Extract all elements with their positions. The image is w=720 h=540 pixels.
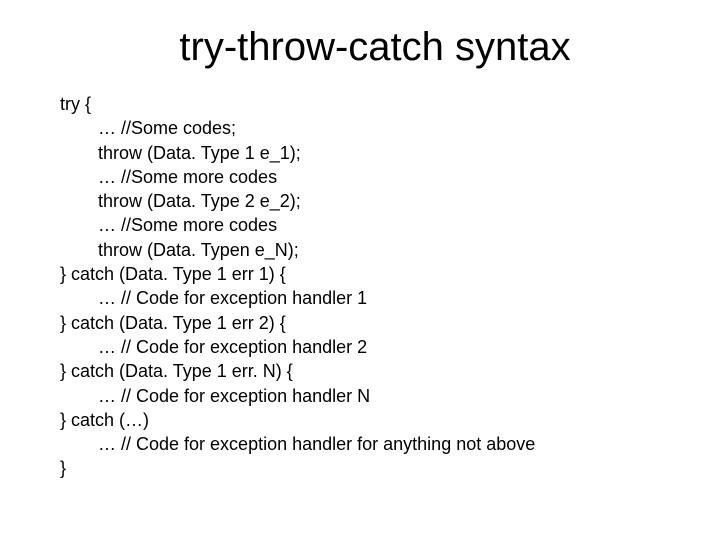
code-line: … //Some more codes — [60, 213, 660, 237]
code-line: … //Some more codes — [60, 165, 660, 189]
code-line: … // Code for exception handler 1 — [60, 286, 660, 310]
code-line: } catch (Data. Type 1 err 1) { — [60, 262, 660, 286]
code-line: throw (Data. Typen e_N); — [60, 238, 660, 262]
code-block: try { … //Some codes; throw (Data. Type … — [60, 92, 660, 481]
code-line: } catch (…) — [60, 408, 660, 432]
code-line: } catch (Data. Type 1 err. N) { — [60, 359, 660, 383]
code-line: throw (Data. Type 1 e_1); — [60, 141, 660, 165]
code-line: … // Code for exception handler 2 — [60, 335, 660, 359]
code-line: } — [60, 456, 660, 480]
code-line: try { — [60, 92, 660, 116]
code-line: … // Code for exception handler for anyt… — [60, 432, 660, 456]
code-line: … //Some codes; — [60, 116, 660, 140]
slide-title: try-throw-catch syntax — [90, 25, 660, 70]
code-line: } catch (Data. Type 1 err 2) { — [60, 311, 660, 335]
code-line: … // Code for exception handler N — [60, 384, 660, 408]
code-line: throw (Data. Type 2 e_2); — [60, 189, 660, 213]
